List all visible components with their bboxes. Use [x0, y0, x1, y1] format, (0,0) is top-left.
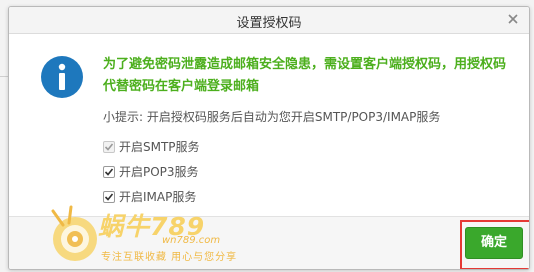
imap-label: 开启IMAP服务: [119, 190, 197, 204]
background-divider: [0, 76, 8, 77]
option-pop3[interactable]: 开启POP3服务: [103, 159, 200, 184]
pop3-label: 开启POP3服务: [119, 165, 199, 179]
smtp-checkbox: [103, 140, 115, 153]
dialog-titlebar: 设置授权码: [9, 7, 529, 34]
service-options: 开启SMTP服务 开启POP3服务 开启IMAP服务: [103, 134, 200, 209]
tip-text: 小提示: 开启授权码服务后自动为您开启SMTP/POP3/IMAP服务: [103, 110, 441, 124]
confirm-button[interactable]: 确定: [465, 227, 523, 259]
dialog-title: 设置授权码: [236, 16, 302, 31]
option-imap[interactable]: 开启IMAP服务: [103, 184, 200, 209]
checkmark-icon: [104, 192, 114, 201]
smtp-label: 开启SMTP服务: [119, 140, 200, 154]
authorization-code-dialog: 设置授权码 为了避免密码泄露造成邮箱安全隐患，需设置客户端授权码，用授权码代替密…: [8, 6, 530, 270]
imap-checkbox[interactable]: [103, 190, 115, 203]
info-icon: [40, 55, 84, 99]
close-icon[interactable]: [505, 11, 521, 27]
dialog-footer: [9, 216, 529, 269]
security-message: 为了避免密码泄露造成邮箱安全隐患，需设置客户端授权码，用授权码代替密码在客户端登…: [103, 57, 507, 94]
option-smtp: 开启SMTP服务: [103, 134, 200, 159]
pop3-checkbox[interactable]: [103, 165, 115, 178]
checkmark-icon: [104, 167, 114, 176]
checkmark-icon: [104, 142, 114, 151]
